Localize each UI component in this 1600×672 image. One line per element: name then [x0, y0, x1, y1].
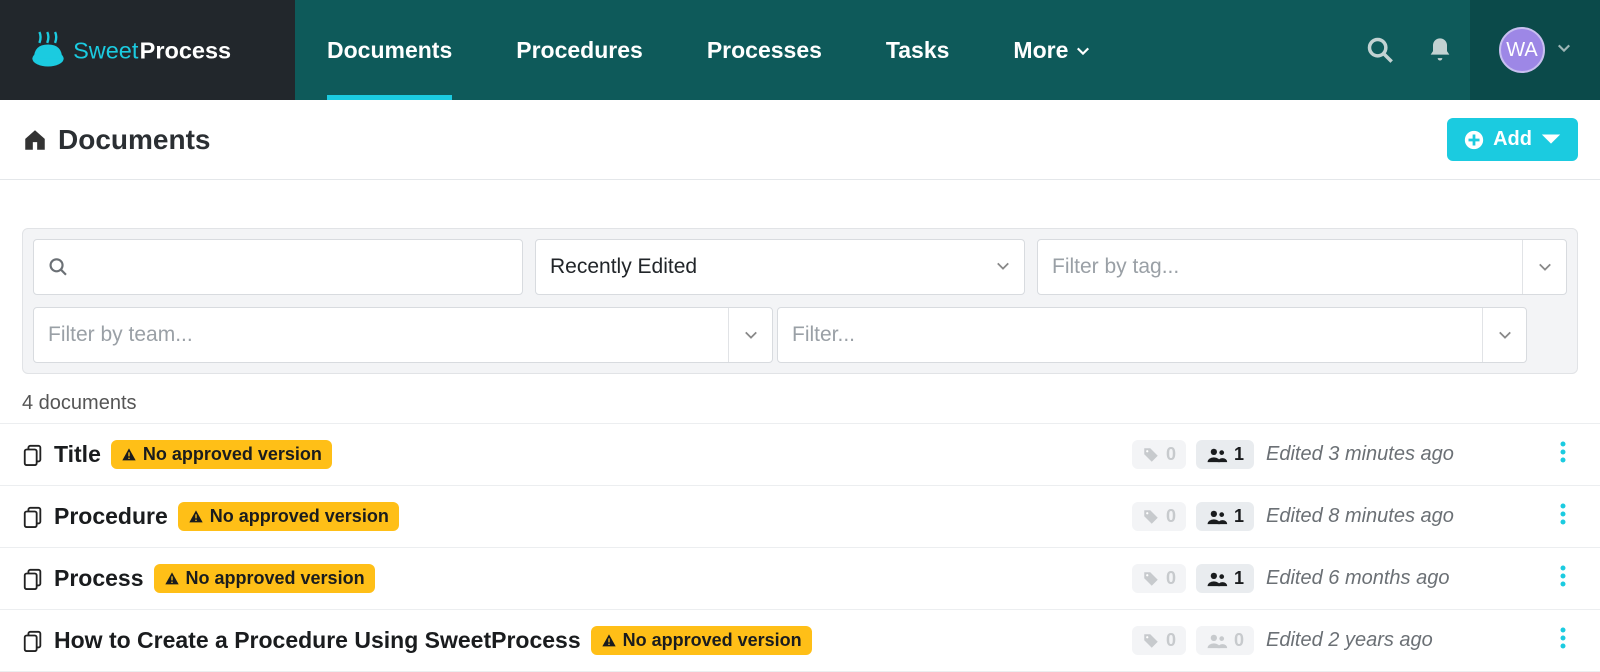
filter-placeholder: Filter... [792, 323, 855, 346]
search-icon [1366, 36, 1394, 64]
bell-icon [1426, 36, 1454, 64]
table-row: Process No approved version 0 1 Edited 6… [0, 548, 1600, 610]
team-filter-dropdown[interactable]: Filter by team... [33, 307, 773, 363]
edited-time: Edited 8 minutes ago [1266, 505, 1536, 528]
table-row: Title No approved version 0 1 Edited 3 m… [0, 423, 1600, 486]
member-count[interactable]: 1 [1196, 502, 1254, 531]
more-vertical-icon [1560, 441, 1566, 463]
status-badge: No approved version [154, 564, 375, 593]
nav-right: WA [1350, 0, 1600, 100]
svg-text:Process: Process [140, 38, 231, 64]
tag-icon [1142, 446, 1160, 464]
document-title[interactable]: Title [54, 441, 101, 468]
breadcrumb: Documents [22, 124, 210, 156]
people-icon [1206, 570, 1228, 588]
row-actions-button[interactable] [1548, 441, 1578, 468]
document-title[interactable]: Process [54, 565, 144, 592]
edited-time: Edited 2 years ago [1266, 629, 1536, 652]
search-button[interactable] [1350, 0, 1410, 100]
chevron-down-icon [996, 255, 1010, 279]
warning-icon [188, 509, 204, 525]
user-menu[interactable]: WA [1470, 0, 1600, 100]
home-icon [22, 127, 48, 153]
sort-selected: Recently Edited [550, 255, 697, 279]
document-icon [22, 444, 44, 466]
plus-circle-icon [1463, 129, 1485, 151]
logo[interactable]: Sweet Process [0, 0, 295, 100]
tag-icon [1142, 508, 1160, 526]
member-count[interactable]: 1 [1196, 440, 1254, 469]
add-button[interactable]: Add [1447, 118, 1578, 161]
add-button-label: Add [1493, 128, 1532, 151]
member-count[interactable]: 0 [1196, 626, 1254, 655]
sort-dropdown[interactable]: Recently Edited [535, 239, 1025, 295]
tag-count[interactable]: 0 [1132, 564, 1186, 593]
document-icon [22, 506, 44, 528]
page-header: Documents Add [0, 100, 1600, 180]
document-icon [22, 630, 44, 652]
search-icon [48, 256, 69, 278]
people-icon [1206, 632, 1228, 650]
people-icon [1206, 446, 1228, 464]
row-actions-button[interactable] [1548, 627, 1578, 654]
nav-documents[interactable]: Documents [295, 0, 484, 100]
row-actions-button[interactable] [1548, 503, 1578, 530]
tag-icon [1142, 632, 1160, 650]
tag-count[interactable]: 0 [1132, 440, 1186, 469]
document-title[interactable]: How to Create a Procedure Using SweetPro… [54, 627, 581, 654]
warning-icon [164, 571, 180, 587]
table-row: Procedure No approved version 0 1 Edited… [0, 486, 1600, 548]
chevron-down-icon [1482, 308, 1526, 362]
status-badge: No approved version [591, 626, 812, 655]
caret-down-icon [1540, 129, 1562, 151]
more-vertical-icon [1560, 627, 1566, 649]
nav-processes[interactable]: Processes [675, 0, 854, 100]
table-row: How to Create a Procedure Using SweetPro… [0, 610, 1600, 672]
filter-panel: Recently Edited Filter by tag... Filter … [22, 228, 1578, 374]
svg-text:Sweet: Sweet [73, 38, 139, 64]
nav-tasks[interactable]: Tasks [854, 0, 982, 100]
tag-filter-dropdown[interactable]: Filter by tag... [1037, 239, 1567, 295]
nav-procedures[interactable]: Procedures [484, 0, 675, 100]
status-badge: No approved version [178, 502, 399, 531]
tag-icon [1142, 570, 1160, 588]
warning-icon [121, 447, 137, 463]
more-vertical-icon [1560, 565, 1566, 587]
warning-icon [601, 633, 617, 649]
document-list: Title No approved version 0 1 Edited 3 m… [0, 423, 1600, 672]
document-title[interactable]: Procedure [54, 503, 168, 530]
tag-count[interactable]: 0 [1132, 626, 1186, 655]
nav-links: Documents Procedures Processes Tasks Mor… [295, 0, 1122, 100]
brand-logo-icon: Sweet Process [30, 30, 265, 70]
page-title: Documents [58, 124, 210, 156]
more-vertical-icon [1560, 503, 1566, 525]
navbar: Sweet Process Documents Procedures Proce… [0, 0, 1600, 100]
search-field[interactable] [79, 255, 508, 279]
document-icon [22, 568, 44, 590]
chevron-down-icon [728, 308, 772, 362]
filter-dropdown[interactable]: Filter... [777, 307, 1527, 363]
tag-placeholder: Filter by tag... [1052, 255, 1179, 278]
member-count[interactable]: 1 [1196, 564, 1254, 593]
document-count: 4 documents [22, 392, 1578, 415]
nav-more-label: More [1013, 37, 1068, 64]
notifications-button[interactable] [1410, 0, 1470, 100]
people-icon [1206, 508, 1228, 526]
edited-time: Edited 3 minutes ago [1266, 443, 1536, 466]
row-actions-button[interactable] [1548, 565, 1578, 592]
chevron-down-icon [1076, 37, 1090, 64]
chevron-down-icon [1522, 240, 1566, 294]
avatar: WA [1499, 27, 1545, 73]
status-badge: No approved version [111, 440, 332, 469]
search-input[interactable] [33, 239, 523, 295]
team-placeholder: Filter by team... [48, 323, 193, 346]
tag-count[interactable]: 0 [1132, 502, 1186, 531]
chevron-down-icon [1557, 41, 1571, 60]
nav-more[interactable]: More [981, 0, 1122, 100]
edited-time: Edited 6 months ago [1266, 567, 1536, 590]
